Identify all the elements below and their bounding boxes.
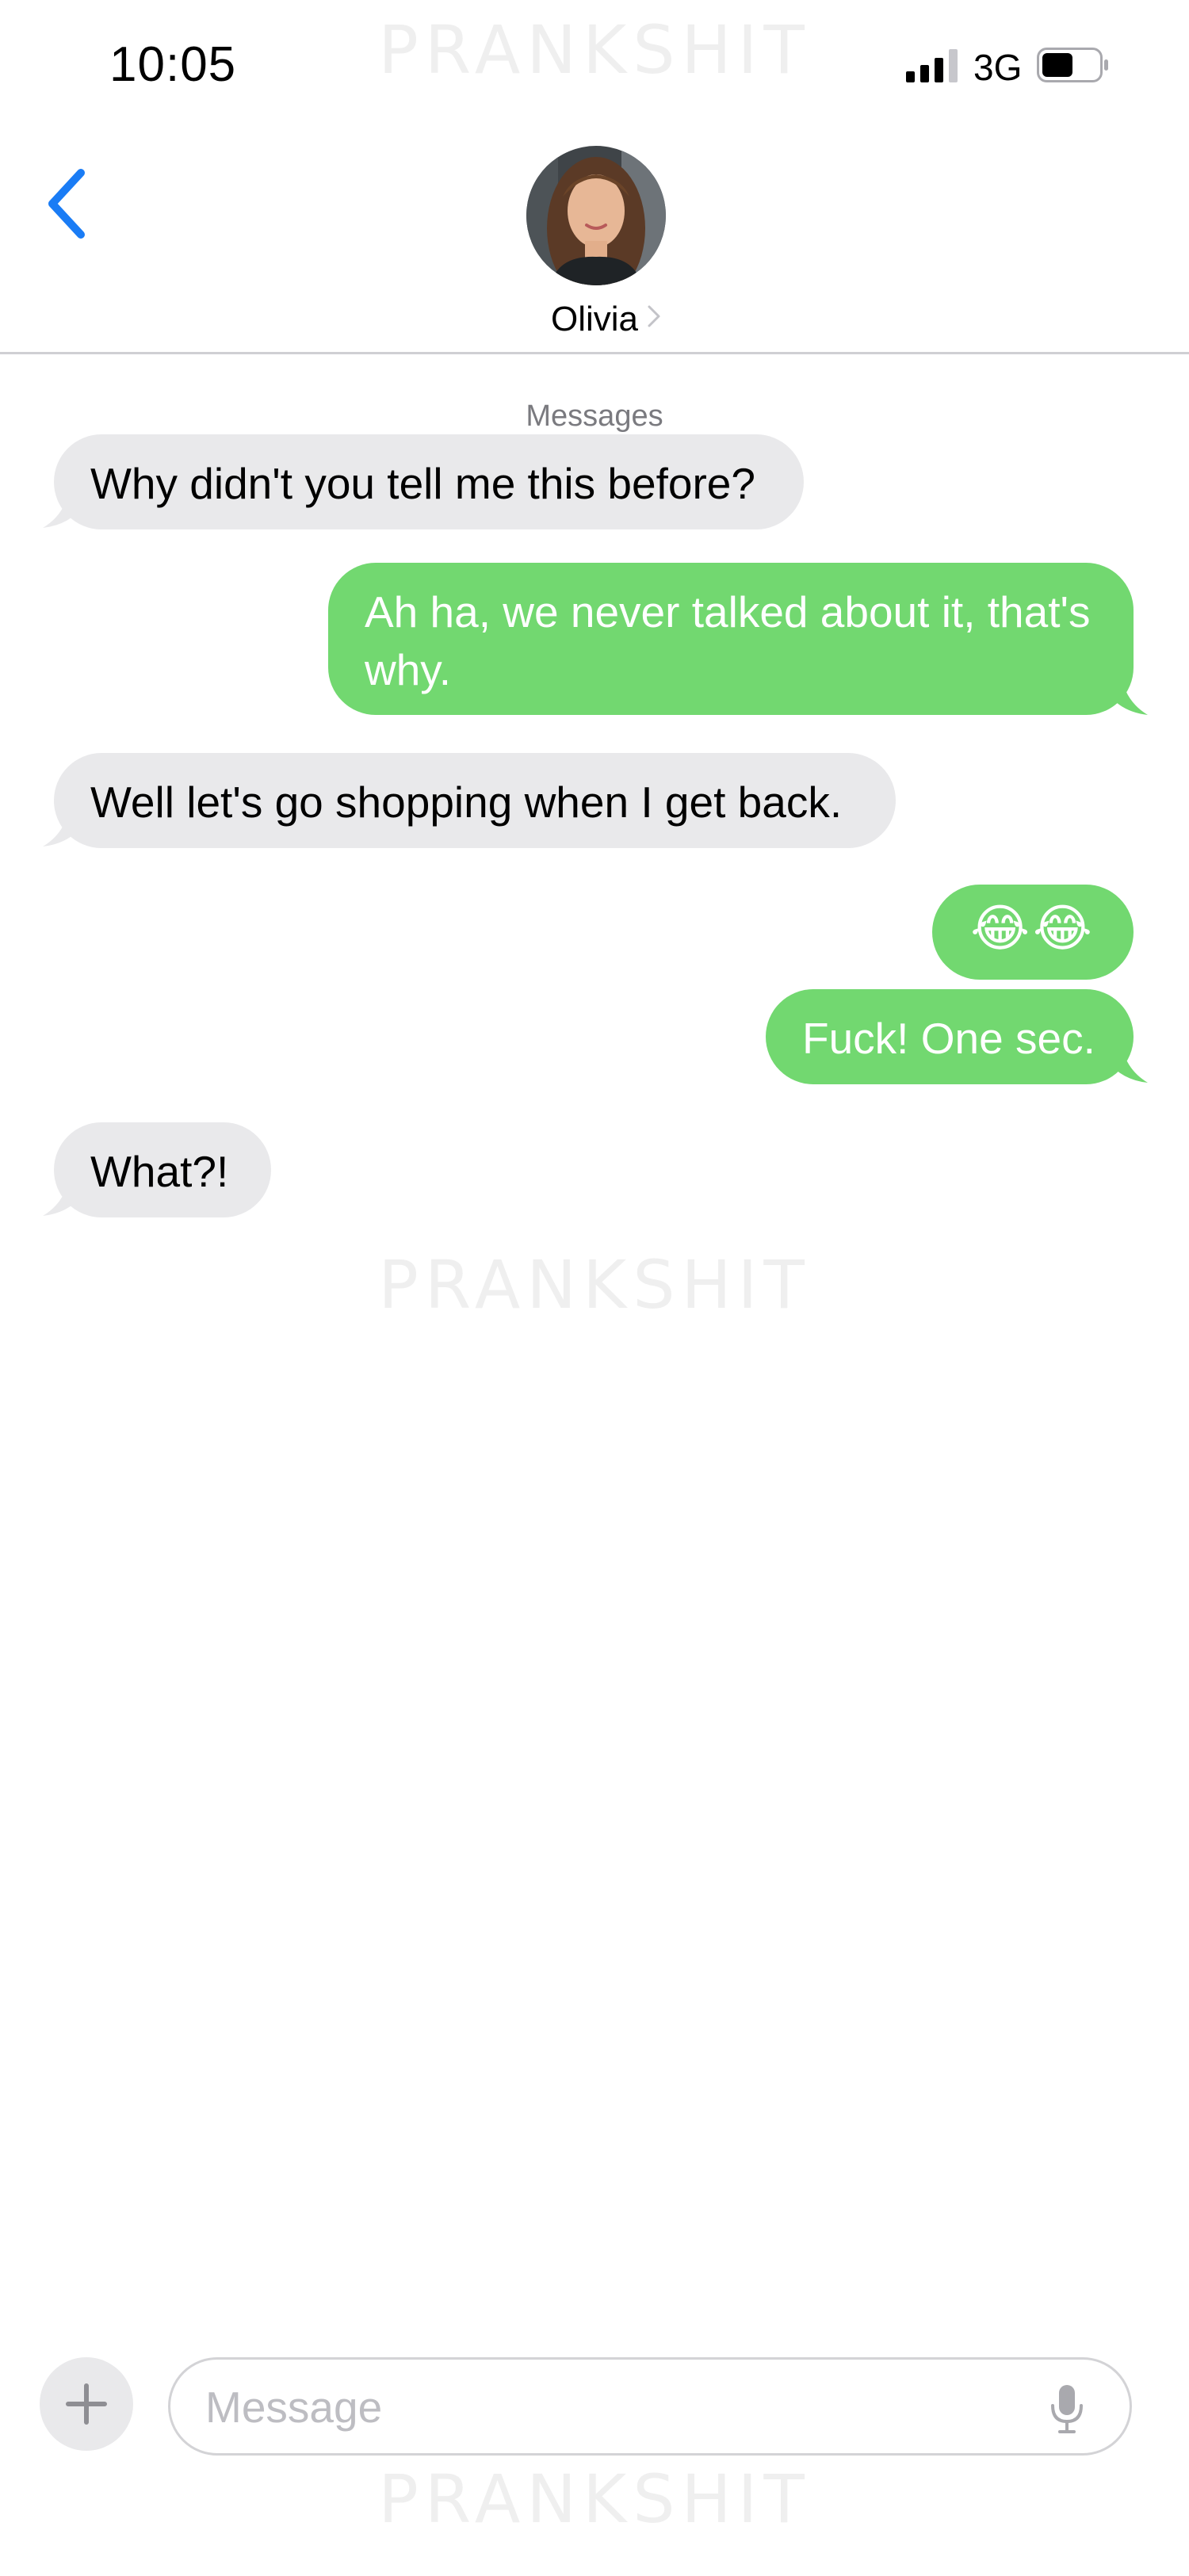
message-input-container[interactable] xyxy=(168,2357,1132,2456)
microphone-icon[interactable] xyxy=(1049,2383,1085,2434)
message-text: Ah ha, we never talked about it, that's … xyxy=(365,587,1091,694)
contact-name[interactable]: Olivia xyxy=(476,300,713,339)
network-type: 3G xyxy=(973,47,1023,88)
contact-avatar[interactable] xyxy=(526,146,666,285)
message-bubble-incoming[interactable]: Why didn't you tell me this before? xyxy=(54,434,804,529)
contact-chevron-icon xyxy=(648,305,660,327)
message-bubble-outgoing[interactable]: Ah ha, we never talked about it, that's … xyxy=(328,563,1134,715)
header-divider xyxy=(0,352,1189,354)
watermark-middle: PRANKSHIT xyxy=(378,1246,811,1324)
message-bubble-incoming[interactable]: Well let's go shopping when I get back. xyxy=(54,753,896,848)
message-bubble-outgoing[interactable]: Fuck! One sec. xyxy=(766,989,1134,1084)
plus-icon xyxy=(66,2383,107,2425)
battery-icon xyxy=(1037,48,1108,82)
status-time: 10:05 xyxy=(109,37,237,92)
back-chevron-icon[interactable] xyxy=(44,168,89,239)
message-bubble-outgoing-emoji[interactable]: 😂😂 xyxy=(932,885,1134,980)
message-text: Well let's go shopping when I get back. xyxy=(90,778,843,827)
message-bubble-incoming[interactable]: What?! xyxy=(54,1122,271,1217)
message-text: 😂😂 xyxy=(970,900,1095,958)
watermark-bottom: PRANKSHIT xyxy=(378,2460,811,2538)
message-text: Fuck! One sec. xyxy=(802,1014,1095,1063)
message-text: Why didn't you tell me this before? xyxy=(90,459,755,508)
service-label: Messages xyxy=(526,399,663,433)
message-text: What?! xyxy=(90,1147,229,1196)
add-attachment-button[interactable] xyxy=(40,2357,133,2451)
signal-strength-icon xyxy=(906,49,958,82)
message-input[interactable] xyxy=(205,2377,998,2437)
